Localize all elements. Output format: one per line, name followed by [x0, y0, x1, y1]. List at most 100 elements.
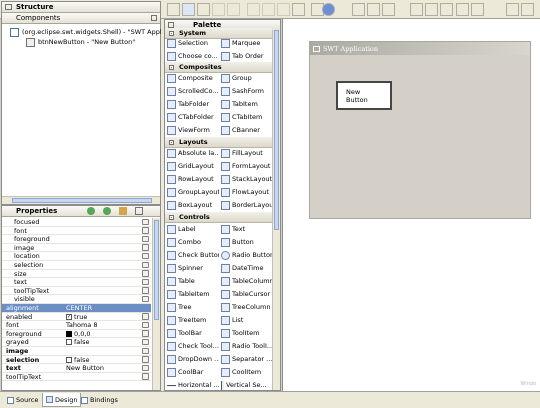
palette-item[interactable]: Selection [167, 37, 219, 50]
checkbox-icon[interactable] [66, 339, 72, 346]
ellipsis-button[interactable] [142, 278, 149, 286]
palette-item[interactable]: Label [167, 223, 219, 236]
snap-right-icon[interactable] [521, 3, 534, 16]
palette-item[interactable]: Radio Button [221, 249, 273, 262]
property-row[interactable]: image [2, 244, 151, 253]
show-events-icon[interactable] [87, 207, 95, 215]
property-row[interactable]: font [2, 227, 151, 236]
ellipsis-button[interactable] [142, 235, 149, 243]
palette-item[interactable]: DateTime [221, 262, 273, 275]
checkbox-icon[interactable] [66, 356, 72, 363]
grid-icon[interactable] [456, 3, 469, 16]
palette-item[interactable]: Combo [167, 236, 219, 249]
palette-item[interactable]: Vertical Se... [221, 379, 273, 390]
minimize-icon[interactable] [151, 15, 157, 21]
ellipsis-button[interactable] [142, 287, 149, 294]
palette-item[interactable]: Separator ... [221, 353, 273, 366]
align-center-icon[interactable] [367, 3, 380, 16]
palette-item[interactable]: GridLayout [167, 160, 219, 173]
palette-item[interactable]: Table [167, 275, 219, 288]
palette-item[interactable]: CTabFolder [167, 111, 219, 124]
palette-item[interactable]: RowLayout [167, 173, 219, 186]
collapse-icon[interactable] [5, 4, 12, 10]
palette-item[interactable]: TableCursor [221, 288, 273, 301]
snap-icon[interactable] [471, 3, 484, 16]
palette-item[interactable]: DropDown ... [167, 353, 219, 366]
undo-icon[interactable] [212, 3, 225, 16]
form-icon[interactable] [182, 3, 195, 16]
palette-item[interactable]: FormLayout [221, 160, 273, 173]
property-row[interactable]: font Tahoma 8 [2, 321, 151, 330]
palette-item[interactable]: List [221, 314, 273, 327]
palette-item[interactable]: TabFolder [167, 98, 219, 111]
property-row[interactable]: selection [2, 261, 151, 270]
property-row[interactable]: size [2, 270, 151, 279]
property-row[interactable]: foreground [2, 235, 151, 244]
palette-item[interactable]: FillLayout [221, 147, 273, 160]
palette-item[interactable]: CBanner [221, 124, 273, 137]
property-row[interactable]: toolTipText [2, 287, 151, 296]
property-row[interactable]: focused [2, 218, 151, 227]
palette-item[interactable]: Radio ToolI... [221, 340, 273, 353]
goto-definition-icon[interactable] [103, 207, 111, 215]
palette-item[interactable]: ScrolledCo... [167, 85, 219, 98]
ellipsis-button[interactable] [142, 252, 149, 260]
palette-item[interactable]: Button [221, 236, 273, 249]
tree-node-shell[interactable]: (org.eclipse.swt.widgets.Shell) - "SWT A… [10, 27, 167, 37]
palette-item[interactable]: Marquee [221, 37, 273, 50]
ellipsis-button[interactable] [142, 321, 149, 329]
palette-vscrollbar[interactable] [272, 30, 280, 390]
design-canvas[interactable]: SWT Application New Button Windo [282, 19, 540, 391]
ellipsis-button[interactable] [142, 261, 149, 268]
property-row[interactable]: location [2, 252, 151, 261]
align-middle-icon[interactable] [425, 3, 438, 16]
palette-item[interactable]: ViewForm [167, 124, 219, 137]
property-row[interactable]: text New Button [2, 364, 151, 373]
swt-shell-preview[interactable]: SWT Application New Button [309, 41, 531, 219]
palette-item[interactable]: FlowLayout [221, 186, 273, 199]
property-row-alignment[interactable]: alignment CENTER [2, 304, 151, 313]
palette-item[interactable]: BorderLayout [221, 199, 273, 212]
palette-item[interactable]: StackLayout [221, 173, 273, 186]
tab-source[interactable]: Source [4, 393, 41, 407]
tree-node-button[interactable]: btnNewButton - "New Button" [10, 37, 160, 47]
cut-icon[interactable] [247, 3, 260, 16]
palette-item[interactable]: CoolBar [167, 366, 219, 379]
ellipsis-button[interactable] [142, 295, 149, 303]
ellipsis-button[interactable] [142, 364, 149, 372]
snap-left-icon[interactable] [506, 3, 519, 16]
palette-item[interactable]: TabItem [221, 98, 273, 111]
palette-item[interactable]: Horizontal ... [167, 379, 219, 390]
palette-item[interactable]: Check Tool... [167, 340, 219, 353]
tab-bindings[interactable]: Bindings [78, 393, 121, 407]
palette-item[interactable]: Composite [167, 72, 219, 85]
palette-item[interactable]: Text [221, 223, 273, 236]
property-row[interactable]: selection false [2, 356, 151, 365]
palette-item[interactable]: ToolBar [167, 327, 219, 340]
ellipsis-button[interactable] [142, 347, 149, 354]
show-advanced-icon[interactable] [119, 207, 127, 215]
category-controls[interactable]: - Controls [165, 212, 272, 223]
property-row[interactable]: grayed false [2, 338, 151, 347]
property-row[interactable]: toolTipText [2, 373, 151, 382]
ellipsis-button[interactable] [142, 244, 149, 251]
palette-item[interactable]: CTabItem [221, 111, 273, 124]
align-bottom-icon[interactable] [440, 3, 453, 16]
align-left-icon[interactable] [352, 3, 365, 16]
ellipsis-button[interactable] [142, 338, 149, 346]
redo-icon[interactable] [227, 3, 240, 16]
ellipsis-button[interactable] [142, 330, 149, 337]
delete-icon[interactable] [292, 3, 305, 16]
palette-item[interactable]: ToolItem [221, 327, 273, 340]
property-row[interactable]: enabled ✓ true [2, 313, 151, 322]
property-row[interactable]: image [2, 347, 151, 356]
ellipsis-button[interactable] [142, 218, 149, 225]
tab-design[interactable]: Design [42, 393, 82, 407]
palette-item[interactable]: CoolItem [221, 366, 273, 379]
palette-item[interactable]: GroupLayout [167, 186, 219, 199]
new-button[interactable]: New Button [336, 81, 392, 110]
paste-icon[interactable] [277, 3, 290, 16]
ellipsis-button[interactable] [142, 313, 149, 320]
ellipsis-button[interactable] [142, 270, 149, 277]
property-row[interactable]: foreground 0,0,0 [2, 330, 151, 339]
